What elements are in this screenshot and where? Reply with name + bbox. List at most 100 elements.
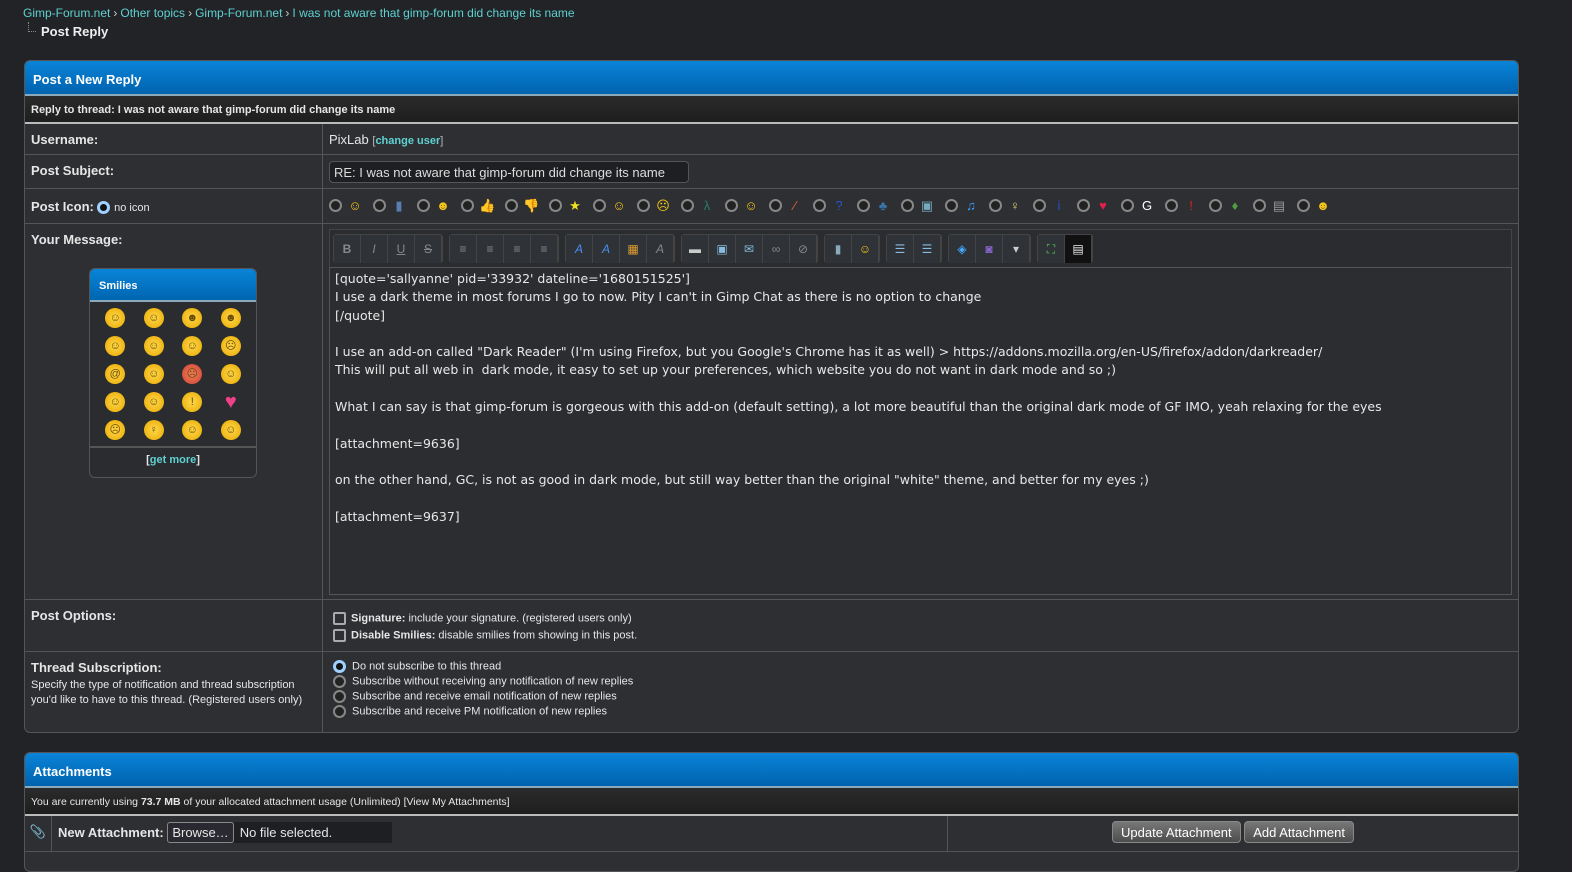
post-icon-radio-info[interactable]: [1033, 199, 1046, 213]
smiley-icon[interactable]: ☺: [182, 419, 203, 440]
smiley-icon[interactable]: ☺: [220, 419, 241, 440]
message-line: [attachment=9637]: [335, 508, 460, 524]
breadcrumb-other-topics[interactable]: Other topics: [120, 6, 185, 20]
smiley-icon[interactable]: ☹: [182, 363, 203, 384]
subscription-option[interactable]: Subscribe and receive PM notification of…: [333, 705, 1508, 718]
number-list-button[interactable]: ☰: [914, 235, 941, 263]
smiley-icon[interactable]: ☺: [220, 363, 241, 384]
smiley-icon[interactable]: ☺: [143, 391, 164, 412]
subscription-radio[interactable]: [333, 705, 346, 718]
add-attachment-button[interactable]: Add Attachment: [1244, 821, 1354, 843]
message-line: [335, 325, 1506, 343]
smiley-icon[interactable]: ☺: [143, 336, 164, 357]
smile-2-icon: ☺: [744, 197, 758, 213]
smiley-icon[interactable]: ☻: [220, 308, 241, 329]
smiley-icon[interactable]: ☺: [105, 308, 126, 329]
subscription-option[interactable]: Do not subscribe to this thread: [333, 660, 1508, 673]
align-right-button[interactable]: ≡: [504, 235, 531, 263]
post-icon-radio-music[interactable]: [945, 199, 958, 213]
unlink-button[interactable]: ⊘: [790, 235, 817, 263]
smiley-icon[interactable]: ♀: [143, 419, 164, 440]
subscription-radio[interactable]: [333, 675, 346, 688]
browse-button[interactable]: Browse…: [167, 822, 234, 843]
post-icon-radio-shocked[interactable]: [637, 199, 650, 213]
align-center-button[interactable]: ≡: [477, 235, 504, 263]
hr-button[interactable]: ▬: [682, 235, 709, 263]
smiley-icon[interactable]: ☻: [182, 308, 203, 329]
email-button[interactable]: ✉: [736, 235, 763, 263]
post-icon-radio-lambda[interactable]: [681, 199, 694, 213]
post-icon-radio-smile-2[interactable]: [725, 199, 738, 213]
smiley-icon[interactable]: ♥: [221, 392, 241, 412]
subscription-option[interactable]: Subscribe and receive email notification…: [333, 690, 1508, 703]
strike-button[interactable]: S: [415, 235, 442, 263]
post-icon-radio-google[interactable]: [1121, 199, 1134, 213]
maximize-button[interactable]: ⛶: [1038, 235, 1065, 263]
align-left-button[interactable]: ≡: [450, 235, 477, 263]
update-attachment-button[interactable]: Update Attachment: [1112, 821, 1241, 843]
smiley-icon[interactable]: ☹: [105, 419, 126, 440]
subscription-radio[interactable]: [333, 690, 346, 703]
post-icon-radio-smile[interactable]: [329, 199, 342, 213]
breadcrumb-forum[interactable]: Gimp-Forum.net: [195, 6, 282, 20]
smiley-icon[interactable]: ☺: [143, 363, 164, 384]
subscription-radio[interactable]: [333, 660, 346, 673]
breadcrumb-thread[interactable]: I was not aware that gimp-forum did chan…: [292, 6, 574, 20]
subject-input[interactable]: RE: I was not aware that gimp-forum did …: [329, 161, 689, 183]
post-icon-radio-image[interactable]: [901, 199, 914, 213]
attachments-panel: Attachments You are currently using 73.7…: [24, 752, 1519, 872]
form-header: Post a New Reply: [25, 61, 1518, 96]
usage-post[interactable]: of your allocated attachment usage (Unli…: [181, 796, 510, 808]
signature-checkbox[interactable]: [333, 612, 346, 625]
post-icon-radio-thumbs-up[interactable]: [461, 199, 474, 213]
smiley-icon[interactable]: !: [182, 391, 203, 412]
post-icon-radio-exclamation[interactable]: [1165, 199, 1178, 213]
php-button[interactable]: ◙: [976, 235, 1003, 263]
post-icon-radio-film[interactable]: [373, 199, 386, 213]
code-button[interactable]: ◈: [949, 235, 976, 263]
post-icon-radio-lightbulb[interactable]: [989, 199, 1002, 213]
smiley-icon[interactable]: ☺: [182, 336, 203, 357]
message-textarea[interactable]: [quote='sallyanne' pid='33932' dateline=…: [329, 267, 1512, 595]
post-icon-radio-question[interactable]: [813, 199, 826, 213]
post-icon-radio-rainbow[interactable]: [769, 199, 782, 213]
change-user-link[interactable]: change user: [375, 135, 440, 147]
bold-button[interactable]: B: [334, 235, 361, 263]
font-button[interactable]: A: [566, 235, 593, 263]
post-icon-radio-heart[interactable]: [1077, 199, 1090, 213]
color-button[interactable]: ▦: [620, 235, 647, 263]
font-size-button[interactable]: A: [593, 235, 620, 263]
justify-button[interactable]: ≡: [531, 235, 558, 263]
no-icon-radio[interactable]: [97, 201, 111, 215]
subscription-option[interactable]: Subscribe without receiving any notifica…: [333, 675, 1508, 688]
smiley-icon[interactable]: ☺: [105, 336, 126, 357]
post-icon-radio-clapper[interactable]: [1253, 199, 1266, 213]
smiley-icon[interactable]: @: [105, 363, 126, 384]
video-button[interactable]: ▮: [825, 235, 852, 263]
italic-button[interactable]: I: [361, 235, 388, 263]
exclamation-icon: !: [1189, 197, 1193, 213]
smiley-button[interactable]: ☺: [852, 235, 879, 263]
image-button[interactable]: ▣: [709, 235, 736, 263]
link-button[interactable]: ∞: [763, 235, 790, 263]
get-more-link[interactable]: get more: [150, 454, 196, 466]
breadcrumb-home[interactable]: Gimp-Forum.net: [23, 6, 110, 20]
message-line: [335, 380, 1506, 398]
post-icon-radio-pepper[interactable]: [1209, 199, 1222, 213]
smiley-icon[interactable]: ☺: [105, 391, 126, 412]
bullet-list-button[interactable]: ☰: [887, 235, 914, 263]
underline-button[interactable]: U: [388, 235, 415, 263]
source-mode-button[interactable]: ▤: [1065, 235, 1092, 263]
post-icon-radio-thumbs-down[interactable]: [505, 199, 518, 213]
smiley-icon[interactable]: ☹: [220, 336, 241, 357]
remove-format-button[interactable]: A: [647, 235, 674, 263]
no-icon-label: no icon: [114, 202, 150, 214]
smiley-icon[interactable]: ☺: [143, 308, 164, 329]
post-icon-radio-tongue[interactable]: [417, 199, 430, 213]
post-icon-radio-python[interactable]: [857, 199, 870, 213]
post-icon-radio-grin[interactable]: [1297, 199, 1310, 213]
quote-button[interactable]: ▾: [1003, 235, 1030, 263]
post-icon-radio-star[interactable]: [549, 199, 562, 213]
disable-smilies-checkbox[interactable]: [333, 629, 346, 642]
post-icon-radio-happy[interactable]: [593, 199, 606, 213]
